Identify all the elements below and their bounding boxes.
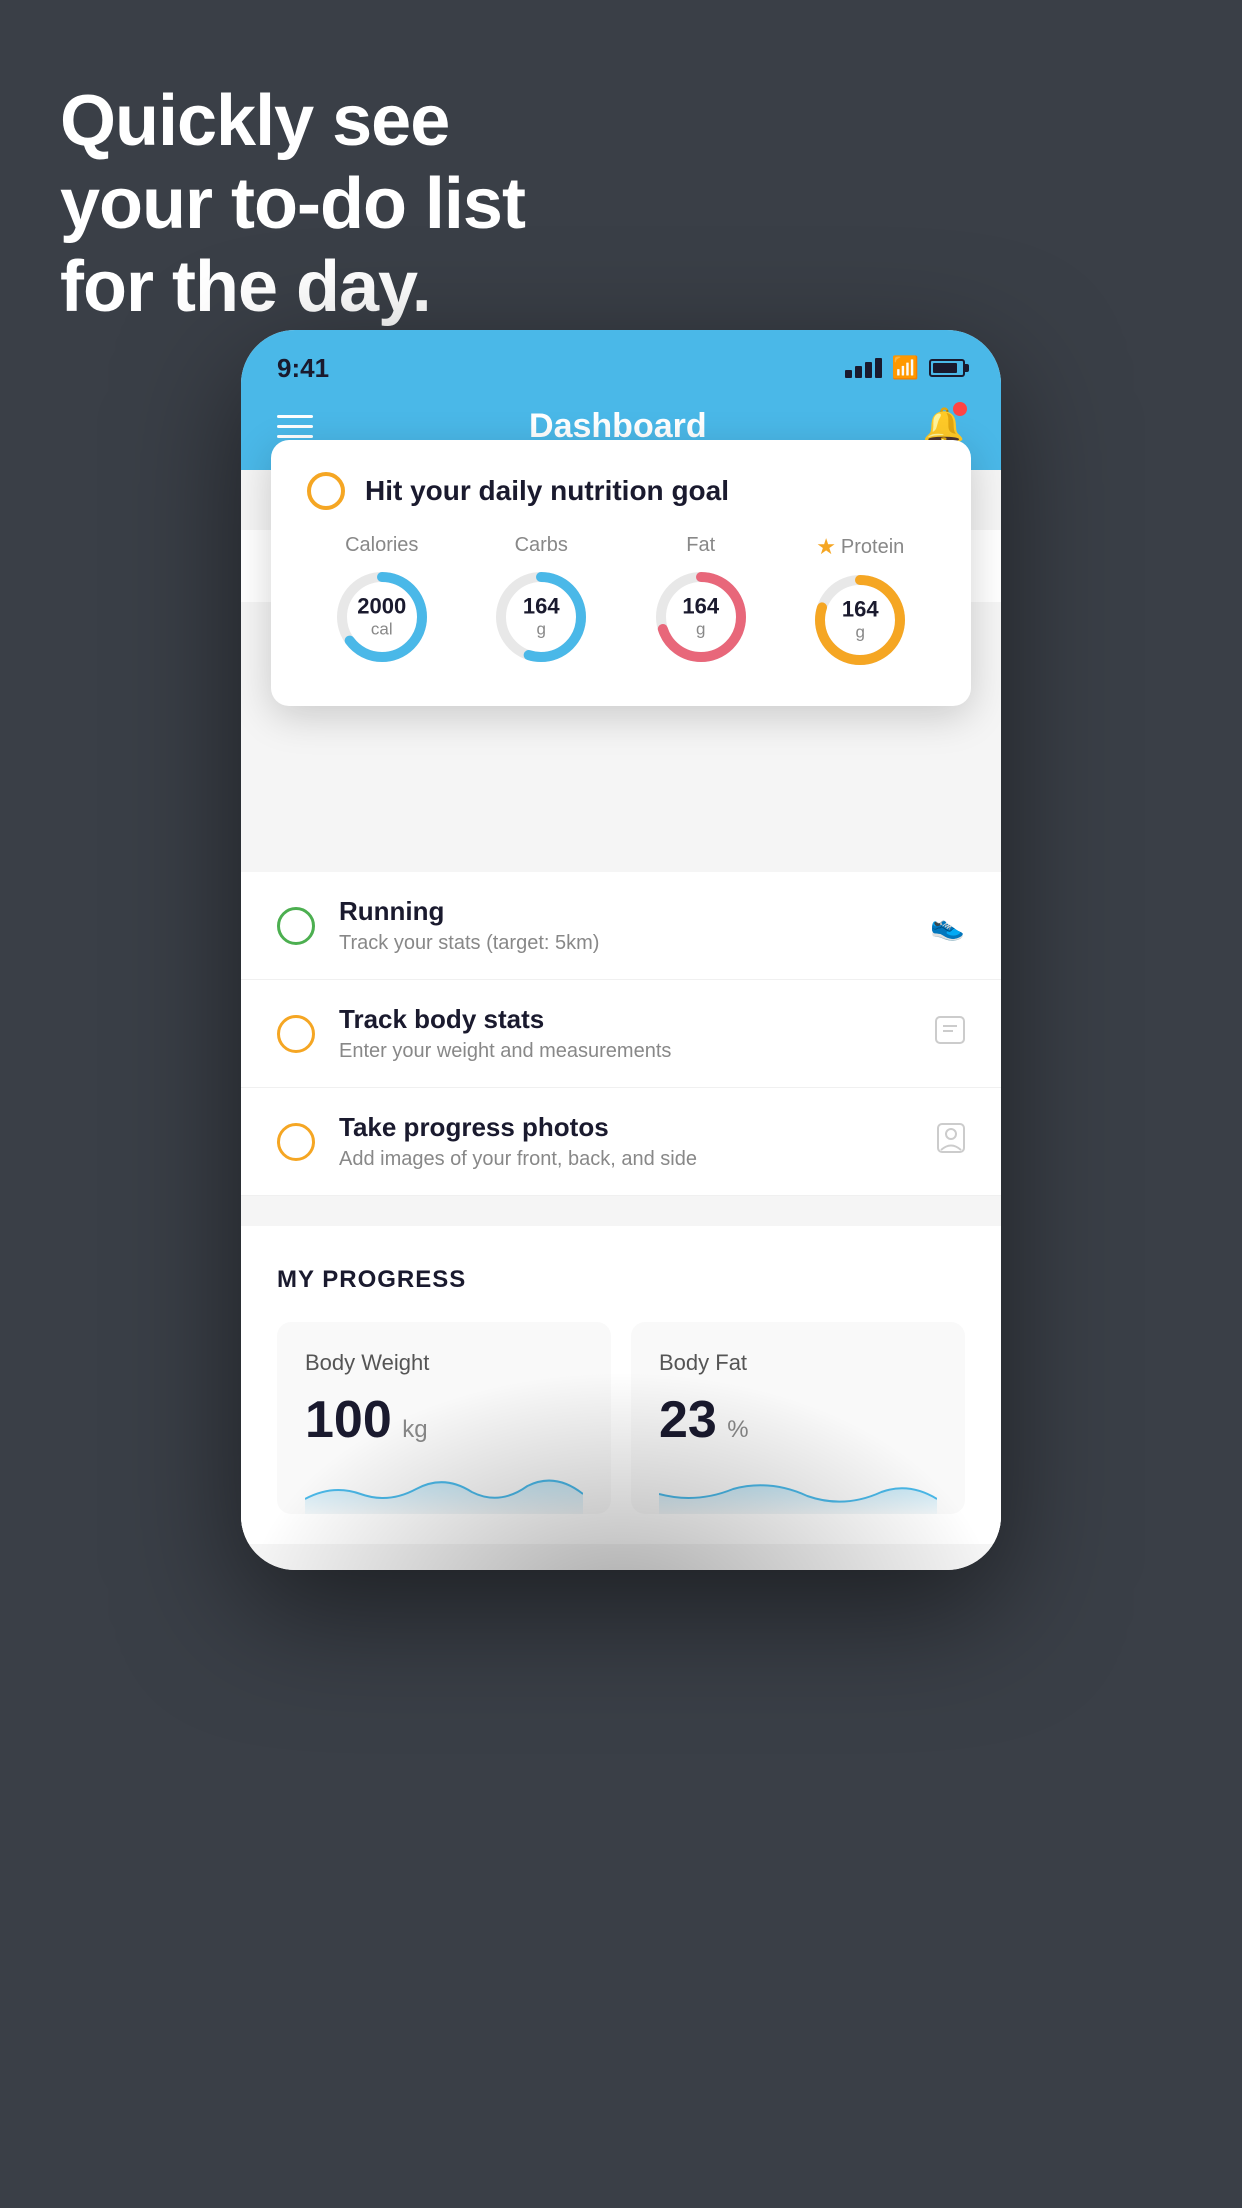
body-weight-card[interactable]: Body Weight 100 kg (277, 1322, 611, 1514)
shoe-icon: 👟 (930, 909, 965, 942)
body-stats-text: Track body stats Enter your weight and m… (339, 1004, 911, 1063)
body-fat-chart (659, 1464, 937, 1514)
calories-item: Calories 2000 cal (332, 534, 432, 670)
body-weight-value-row: 100 kg (305, 1394, 583, 1446)
main-content: THINGS TO DO TODAY Hit your daily nutrit… (241, 470, 1001, 1570)
todo-item-running[interactable]: Running Track your stats (target: 5km) 👟 (241, 872, 1001, 980)
carbs-unit: g (523, 620, 560, 640)
nutrition-radio[interactable] (307, 472, 345, 510)
my-progress-section: MY PROGRESS Body Weight 100 kg (241, 1226, 1001, 1544)
body-stats-checkbox[interactable] (277, 1015, 315, 1053)
body-fat-unit: % (727, 1416, 748, 1443)
running-subtitle: Track your stats (target: 5km) (339, 932, 906, 955)
wifi-icon: 📶 (892, 355, 919, 381)
protein-donut: 164 g (810, 570, 910, 670)
carbs-value: 164 (523, 594, 560, 620)
photos-text: Take progress photos Add images of your … (339, 1112, 913, 1171)
protein-value: 164 (842, 597, 879, 623)
photos-subtitle: Add images of your front, back, and side (339, 1148, 913, 1171)
progress-cards: Body Weight 100 kg (277, 1322, 965, 1514)
body-weight-value: 100 (305, 1391, 392, 1449)
carbs-label: Carbs (515, 534, 568, 557)
progress-title: MY PROGRESS (277, 1266, 965, 1294)
nutrition-circles: Calories 2000 cal Carbs (307, 534, 935, 670)
status-time: 9:41 (277, 353, 329, 384)
body-weight-card-title: Body Weight (305, 1350, 583, 1376)
running-checkbox[interactable] (277, 907, 315, 945)
carbs-item: Carbs 164 g (491, 534, 591, 670)
phone-mockup: 9:41 📶 Dashboard 🔔 THINGS TO DO TODAY (241, 330, 1001, 1570)
body-fat-card-title: Body Fat (659, 1350, 937, 1376)
protein-label-container: ★ Protein (816, 534, 904, 560)
calories-value: 2000 (357, 594, 406, 620)
body-weight-unit: kg (402, 1416, 427, 1443)
protein-item: ★ Protein 164 g (810, 534, 910, 670)
todo-item-photos[interactable]: Take progress photos Add images of your … (241, 1088, 1001, 1196)
todo-item-body-stats[interactable]: Track body stats Enter your weight and m… (241, 980, 1001, 1088)
body-fat-card[interactable]: Body Fat 23 % (631, 1322, 965, 1514)
calories-donut: 2000 cal (332, 567, 432, 667)
running-title: Running (339, 896, 906, 927)
body-weight-chart (305, 1464, 583, 1514)
status-bar: 9:41 📶 (241, 330, 1001, 388)
scale-icon (935, 1016, 965, 1051)
nutrition-card[interactable]: Hit your daily nutrition goal Calories 2… (271, 440, 971, 706)
protein-label: Protein (841, 536, 904, 559)
nutrition-card-title: Hit your daily nutrition goal (365, 475, 729, 507)
notification-dot (953, 402, 967, 416)
status-icons: 📶 (845, 355, 965, 381)
battery-icon (929, 359, 965, 377)
photos-title: Take progress photos (339, 1112, 913, 1143)
person-icon (937, 1123, 965, 1160)
hamburger-menu[interactable] (277, 415, 313, 438)
protein-star-icon: ★ (816, 534, 836, 560)
calories-label: Calories (345, 534, 418, 557)
signal-icon (845, 358, 882, 378)
body-stats-subtitle: Enter your weight and measurements (339, 1040, 911, 1063)
fat-value: 164 (682, 594, 719, 620)
fat-item: Fat 164 g (651, 534, 751, 670)
nutrition-card-header: Hit your daily nutrition goal (307, 472, 935, 510)
protein-unit: g (842, 623, 879, 643)
hero-text: Quickly see your to-do list for the day. (60, 80, 525, 328)
photos-checkbox[interactable] (277, 1123, 315, 1161)
running-text: Running Track your stats (target: 5km) (339, 896, 906, 955)
body-fat-value-row: 23 % (659, 1394, 937, 1446)
fat-label: Fat (686, 534, 715, 557)
fat-donut: 164 g (651, 567, 751, 667)
todo-list: Running Track your stats (target: 5km) 👟… (241, 872, 1001, 1196)
calories-unit: cal (357, 620, 406, 640)
fat-unit: g (682, 620, 719, 640)
body-stats-title: Track body stats (339, 1004, 911, 1035)
carbs-donut: 164 g (491, 567, 591, 667)
body-fat-value: 23 (659, 1391, 717, 1449)
